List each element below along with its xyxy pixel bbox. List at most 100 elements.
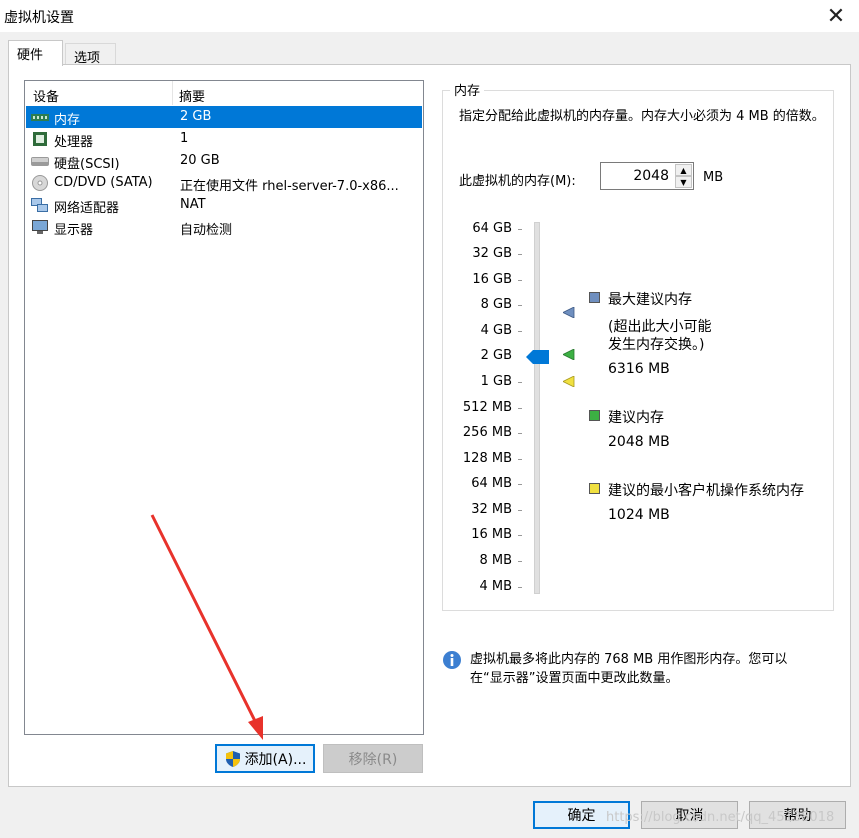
max-legend-value: 6316 MB — [608, 361, 670, 377]
min-guest-legend-label: 建议的最小客户机操作系统内存 — [608, 483, 804, 499]
tab-hardware[interactable]: 硬件 — [8, 40, 63, 66]
scale-tick: 64 GB — [472, 221, 512, 236]
scale-tick: 128 MB — [462, 451, 512, 466]
scale-dot — [518, 305, 522, 306]
column-header-device[interactable]: 设备 — [33, 86, 59, 105]
scale-tick: 16 GB — [472, 272, 512, 287]
min-guest-marker-icon — [563, 376, 575, 387]
spin-up-button[interactable]: ▲ — [675, 164, 692, 176]
scale-tick: 32 MB — [471, 502, 512, 517]
spin-arrows: ▲ ▼ — [675, 164, 692, 188]
info-line-2: 在“显示器”设置页面中更改此数量。 — [470, 671, 679, 686]
scale-dot — [518, 433, 522, 434]
max-legend-label: 最大建议内存 — [608, 292, 692, 308]
scale-dot — [518, 587, 522, 588]
info-line-1: 虚拟机最多将此内存的 768 MB 用作图形内存。您可以 — [470, 652, 788, 667]
scale-dot — [518, 561, 522, 562]
watermark: https://blog.csdn.net/qq_45138018 — [606, 810, 835, 825]
device-row-processor[interactable]: 处理器 1 — [26, 128, 422, 150]
device-name: 处理器 — [54, 135, 94, 150]
ok-button-label: 确定 — [567, 808, 596, 824]
scale-dot — [518, 382, 522, 383]
min-guest-legend-swatch — [589, 483, 600, 494]
scale-tick: 32 GB — [472, 246, 512, 261]
recommended-legend-label: 建议内存 — [608, 410, 664, 426]
recommended-legend-swatch — [589, 410, 600, 421]
info-icon — [443, 651, 461, 669]
device-row-memory[interactable]: 内存 2 GB — [26, 106, 422, 128]
scale-tick: 4 GB — [480, 323, 512, 338]
processor-icon — [33, 132, 47, 146]
device-summary: 2 GB — [180, 109, 212, 124]
scale-tick: 4 MB — [479, 579, 512, 594]
device-summary: 自动检测 — [180, 223, 233, 238]
triangle-down-icon: ▼ — [680, 177, 687, 187]
triangle-up-icon: ▲ — [680, 165, 687, 175]
vm-memory-spinbox[interactable]: 2048 ▲ ▼ — [600, 162, 694, 190]
window-title: 虚拟机设置 — [4, 10, 74, 26]
device-name: 网络适配器 — [54, 201, 120, 216]
memory-slider-thumb[interactable] — [526, 350, 550, 364]
scale-tick: 512 MB — [462, 400, 512, 415]
cd-dvd-icon — [32, 175, 48, 191]
device-name: 显示器 — [54, 223, 94, 238]
spin-down-button[interactable]: ▼ — [675, 176, 692, 188]
device-name: 硬盘(SCSI) — [54, 157, 120, 172]
scale-dot — [518, 459, 522, 460]
device-row-display[interactable]: 显示器 自动检测 — [26, 216, 422, 238]
network-adapter-icon — [31, 198, 48, 212]
recommended-legend-value: 2048 MB — [608, 434, 670, 450]
uac-shield-icon — [225, 750, 240, 767]
vm-memory-unit: MB — [703, 170, 724, 185]
device-list-header: 设备 摘要 — [25, 81, 423, 105]
add-button-label: 添加(A)... — [244, 751, 307, 768]
scale-dot — [518, 535, 522, 536]
scale-dot — [518, 254, 522, 255]
device-row-network-adapter[interactable]: 网络适配器 NAT — [26, 194, 422, 216]
vm-memory-value[interactable]: 2048 — [633, 168, 669, 184]
scale-tick: 16 MB — [471, 527, 512, 542]
tab-options[interactable]: 选项 — [65, 43, 116, 66]
scale-dot — [518, 280, 522, 281]
memory-slider-track[interactable] — [534, 222, 540, 594]
close-button[interactable]: ✕ — [813, 0, 859, 32]
scale-dot — [518, 229, 522, 230]
device-summary: 正在使用文件 rhel-server-7.0-x86... — [180, 179, 399, 194]
memory-group-label: 内存 — [450, 80, 485, 99]
scale-dot — [518, 510, 522, 511]
remove-button[interactable]: 移除(R) — [323, 744, 423, 773]
device-row-cd-dvd[interactable]: CD/DVD (SATA) 正在使用文件 rhel-server-7.0-x86… — [26, 172, 422, 194]
vm-memory-label: 此虚拟机的内存(M): — [459, 174, 576, 189]
display-icon — [32, 220, 48, 234]
scale-tick: 1 GB — [480, 374, 512, 389]
remove-button-label: 移除(R) — [348, 751, 398, 768]
device-name: 内存 — [54, 113, 81, 128]
scale-dot — [518, 484, 522, 485]
column-separator[interactable] — [172, 81, 173, 105]
column-header-summary[interactable]: 摘要 — [179, 86, 205, 105]
title-bar: 虚拟机设置 ✕ — [0, 0, 859, 32]
add-button[interactable]: 添加(A)... — [215, 744, 315, 773]
scale-tick: 2 GB — [480, 348, 512, 363]
scale-tick: 256 MB — [462, 425, 512, 440]
recommended-marker-icon — [563, 349, 575, 360]
memory-icon — [31, 114, 49, 121]
scale-tick: 8 GB — [480, 297, 512, 312]
device-summary: 20 GB — [180, 153, 220, 168]
max-legend-note-1: (超出此大小可能 — [608, 319, 712, 335]
device-summary: 1 — [180, 131, 189, 146]
scale-dot — [518, 331, 522, 332]
max-legend-swatch — [589, 292, 600, 303]
device-list[interactable]: 设备 摘要 内存 2 GB 处理器 1 硬盘(SCSI) 20 GB CD/DV… — [24, 80, 424, 735]
scale-dot — [518, 408, 522, 409]
min-guest-legend-value: 1024 MB — [608, 507, 670, 523]
scale-tick: 64 MB — [471, 476, 512, 491]
max-legend-note-2: 发生内存交换。) — [608, 337, 705, 353]
memory-description: 指定分配给此虚拟机的内存量。内存大小必须为 4 MB 的倍数。 — [459, 109, 825, 124]
harddisk-icon — [31, 157, 49, 166]
device-name: CD/DVD (SATA) — [54, 175, 153, 190]
close-icon: ✕ — [826, 3, 846, 29]
device-summary: NAT — [180, 197, 206, 212]
scale-tick: 8 MB — [479, 553, 512, 568]
device-row-harddisk[interactable]: 硬盘(SCSI) 20 GB — [26, 150, 422, 172]
